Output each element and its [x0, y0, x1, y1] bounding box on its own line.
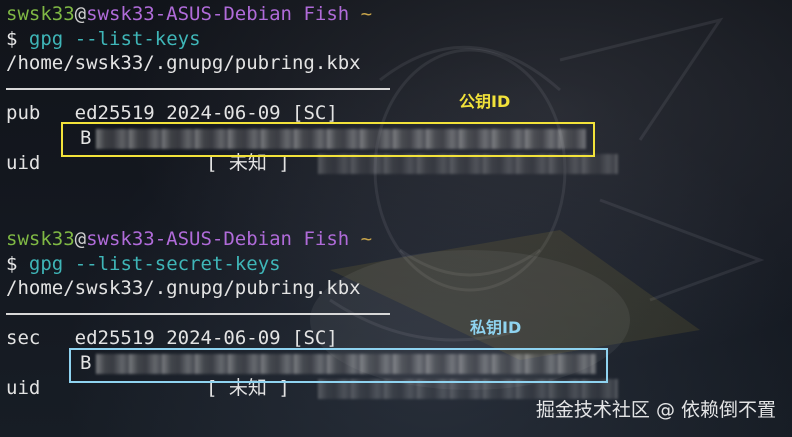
watermark-text: 掘金技术社区 @ 依赖倒不置 [535, 399, 776, 422]
command-name: gpg [28, 28, 64, 50]
key-date: 2024-06-09 [166, 102, 281, 124]
private-key-id-highlight [69, 348, 608, 383]
command-args: --list-keys [74, 28, 201, 50]
keyring-path: /home/swsk33/.gnupg/pubring.kbx [6, 52, 361, 74]
public-key-id-highlight [61, 122, 595, 157]
separator-rule [6, 88, 390, 90]
prompt-symbol: $ [6, 253, 18, 275]
uid-label: uid [6, 377, 41, 399]
command-line-1[interactable]: $ gpg --list-keys [6, 27, 201, 52]
prompt-cwd: ~ [360, 3, 373, 25]
prompt-shell: Fish [303, 228, 350, 250]
prompt-at: @ [74, 228, 87, 250]
command-name: gpg [28, 253, 64, 275]
prompt-line-1: swsk33@swsk33-ASUS-Debian Fish ~ [6, 2, 372, 27]
key-algo: ed25519 [74, 102, 155, 124]
key-date: 2024-06-09 [166, 327, 281, 349]
key-algo: ed25519 [74, 327, 155, 349]
command-line-2[interactable]: $ gpg --list-secret-keys [6, 252, 281, 277]
private-key-id-annotation: 私钥ID [470, 318, 522, 337]
uid-label: uid [6, 152, 41, 174]
prompt-shell: Fish [303, 3, 350, 25]
prompt-cwd: ~ [360, 228, 373, 250]
separator-rule [6, 313, 390, 315]
uid-redacted [318, 154, 618, 174]
prompt-line-2: swsk33@swsk33-ASUS-Debian Fish ~ [6, 227, 372, 252]
key-summary-line: sec ed25519 2024-06-09 [SC] [6, 326, 338, 351]
keyring-path: /home/swsk33/.gnupg/pubring.kbx [6, 277, 361, 299]
prompt-host: swsk33-ASUS-Debian [86, 3, 292, 25]
key-type-label: pub [6, 102, 41, 124]
terminal-window[interactable]: swsk33@swsk33-ASUS-Debian Fish ~ $ gpg -… [0, 0, 792, 437]
prompt-symbol: $ [6, 28, 18, 50]
prompt-host: swsk33-ASUS-Debian [86, 228, 292, 250]
prompt-user: swsk33 [6, 3, 75, 25]
public-key-id-annotation: 公钥ID [459, 92, 511, 111]
prompt-at: @ [74, 3, 87, 25]
key-type-label: sec [6, 327, 41, 349]
command-args: --list-secret-keys [74, 253, 281, 275]
prompt-user: swsk33 [6, 228, 75, 250]
key-flags: [SC] [292, 102, 338, 124]
key-flags: [SC] [292, 327, 338, 349]
